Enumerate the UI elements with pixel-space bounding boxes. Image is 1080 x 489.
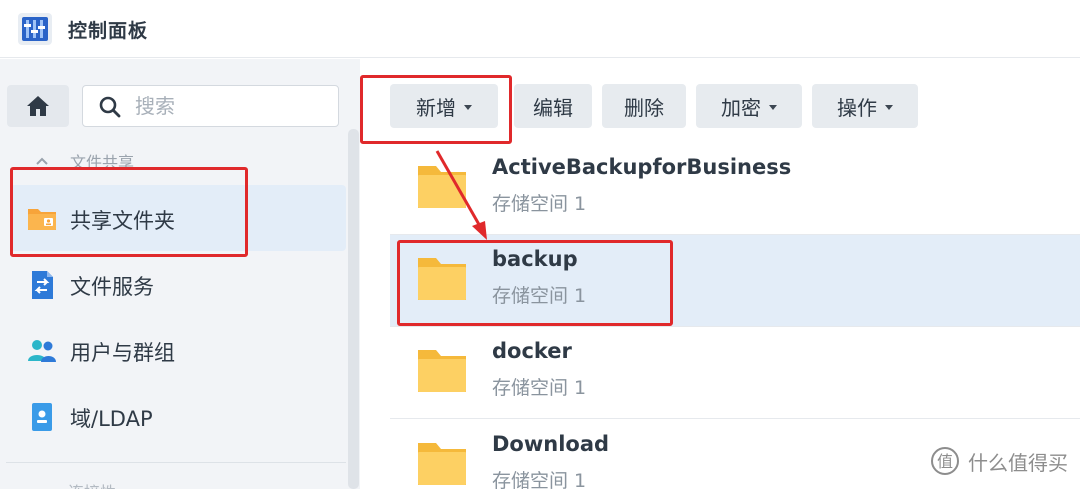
sidebar: 文件共享 共享文件夹 文件服务 (0, 59, 360, 489)
home-button[interactable] (7, 85, 69, 127)
watermark-text: 什么值得买 (968, 450, 1068, 475)
edit-button[interactable]: 编辑 (514, 84, 592, 128)
sidebar-item-label: 用户与群组 (70, 341, 175, 365)
delete-button[interactable]: 删除 (602, 84, 686, 128)
folder-volume: 存储空间 1 (492, 193, 587, 215)
encrypt-button-label: 加密 (721, 95, 761, 120)
sidebar-item-label: 域/LDAP (70, 407, 153, 431)
sidebar-scrollbar[interactable] (348, 129, 359, 489)
caret-down-icon (769, 104, 777, 110)
window-title: 控制面板 (68, 20, 149, 42)
sidebar-item-domain-ldap[interactable]: 域/LDAP (10, 383, 346, 449)
control-panel-window: 控制面板 文件共享 (0, 0, 1080, 489)
watermark: 值 什么值得买 (930, 446, 1068, 476)
encrypt-button[interactable]: 加密 (696, 84, 802, 128)
folder-name: ActiveBackupforBusiness (492, 155, 792, 179)
file-services-icon (32, 271, 53, 299)
search-box[interactable] (82, 85, 339, 127)
search-input[interactable] (135, 86, 330, 126)
control-panel-app-icon (18, 13, 52, 45)
title-bar: 控制面板 (0, 0, 1080, 58)
folder-name: docker (492, 339, 572, 363)
watermark-logo-icon: 值 (931, 447, 959, 475)
sidebar-divider (6, 462, 346, 463)
folder-volume: 存储空间 1 (492, 377, 587, 399)
sidebar-item-file-services[interactable]: 文件服务 (10, 251, 346, 317)
folder-icon (418, 350, 466, 392)
folder-volume: 存储空间 1 (492, 470, 587, 489)
home-icon (27, 96, 49, 116)
annotation-box-shared-folder (10, 167, 248, 257)
folder-icon (418, 166, 466, 208)
action-button[interactable]: 操作 (812, 84, 918, 128)
folder-name: Download (492, 432, 610, 456)
users-groups-icon (28, 340, 56, 362)
edit-button-label: 编辑 (533, 95, 573, 120)
annotation-box-add-button (360, 75, 512, 144)
caret-down-icon (885, 104, 893, 110)
sidebar-item-users-groups[interactable]: 用户与群组 (10, 317, 346, 383)
annotation-box-backup-folder (397, 240, 673, 326)
search-icon (99, 96, 121, 118)
domain-ldap-icon (32, 403, 52, 431)
folder-row[interactable]: docker 存储空间 1 (390, 327, 1080, 419)
svg-text:值: 值 (937, 452, 953, 471)
folder-row[interactable]: ActiveBackupforBusiness 存储空间 1 (390, 143, 1080, 235)
folder-icon (418, 443, 466, 485)
section-connectivity[interactable]: 连接性 (68, 479, 116, 489)
delete-button-label: 删除 (624, 95, 664, 120)
sidebar-item-label: 文件服务 (70, 275, 154, 299)
action-button-label: 操作 (837, 95, 877, 120)
